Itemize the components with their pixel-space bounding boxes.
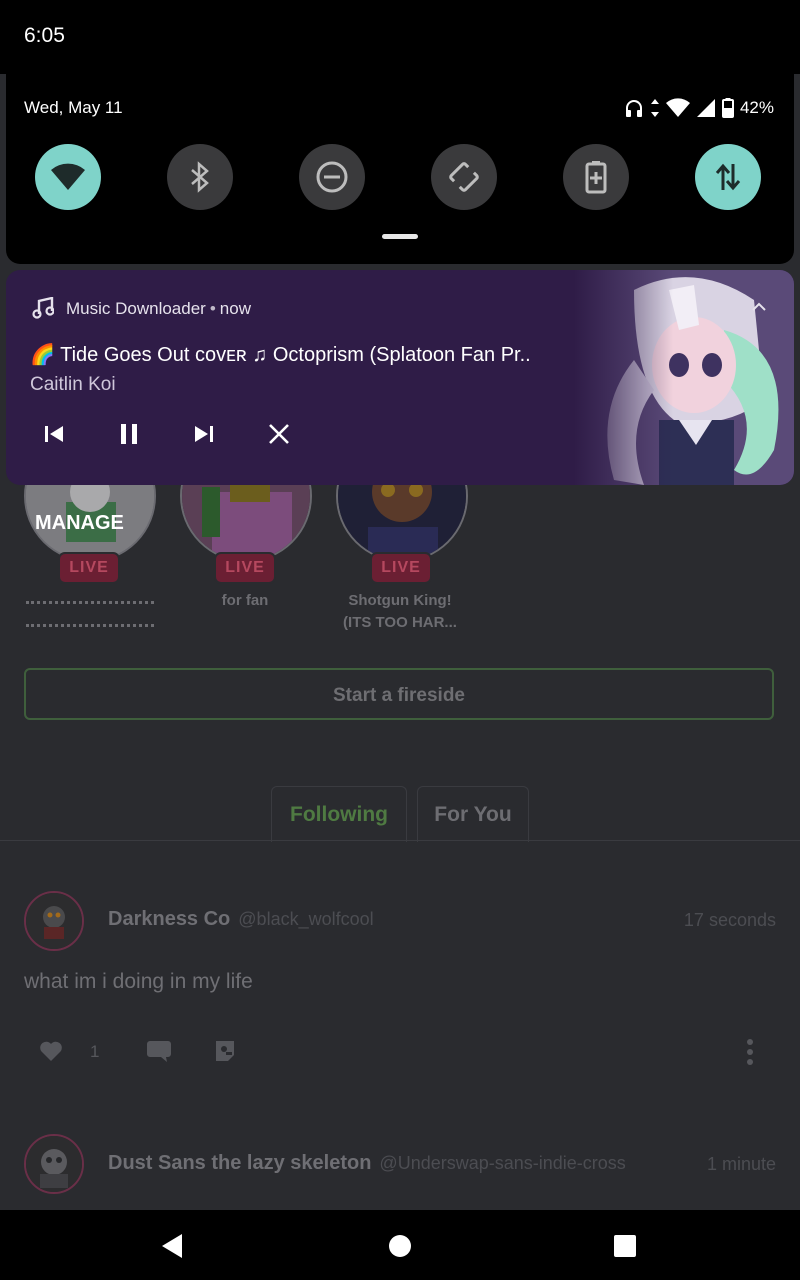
qs-tile-battery-saver[interactable] xyxy=(563,144,629,210)
like-button[interactable] xyxy=(38,1040,64,1067)
live-caption-2: for fan xyxy=(221,592,269,609)
previous-icon xyxy=(45,426,63,442)
live-caption-3-line2: (ITS TOO HAR... xyxy=(343,614,457,631)
heart-icon xyxy=(40,1041,62,1061)
recents-icon xyxy=(614,1235,636,1257)
music-note-icon xyxy=(32,297,54,319)
start-fireside-button[interactable]: Start a fireside xyxy=(24,668,774,720)
status-bar: 6:05 xyxy=(0,0,800,74)
post-1-name[interactable]: Darkness Co xyxy=(108,908,230,930)
tabs-divider xyxy=(0,840,800,841)
recents-button[interactable] xyxy=(609,1230,641,1262)
notification-time: now xyxy=(219,299,251,318)
next-icon xyxy=(195,426,213,442)
wifi-icon xyxy=(51,163,85,190)
repost-icon xyxy=(216,1041,234,1061)
post-1-time: 17 seconds xyxy=(683,910,776,930)
next-button[interactable] xyxy=(188,418,220,450)
live-badge-1: LIVE xyxy=(58,552,120,584)
close-icon xyxy=(269,424,289,444)
qs-drag-handle[interactable] xyxy=(382,234,418,239)
notification-separator: • xyxy=(209,299,216,318)
live-caption-1-line1 xyxy=(26,601,154,607)
post-2-time: 1 minute xyxy=(706,1154,776,1174)
back-icon xyxy=(162,1234,182,1258)
post-2-name[interactable]: Dust Sans the lazy skeleton xyxy=(108,1152,371,1174)
data-arrows-icon xyxy=(650,99,659,117)
home-icon xyxy=(389,1235,411,1257)
qs-tile-bluetooth[interactable] xyxy=(167,144,233,210)
tab-following[interactable]: Following xyxy=(271,786,407,842)
signal-icon xyxy=(696,99,715,117)
pause-button[interactable] xyxy=(113,418,145,450)
repost-button[interactable] xyxy=(212,1038,238,1069)
live-caption-3-line1: Shotgun King! xyxy=(348,592,452,609)
qs-tile-rotate[interactable] xyxy=(431,144,497,210)
qs-tile-wifi[interactable] xyxy=(35,144,101,210)
manage-label[interactable]: MANAGE xyxy=(35,512,124,535)
notification-header: Music Downloader • now xyxy=(66,299,251,319)
notification-title: 🌈 Tide Goes Out ᴄᴏᴠᴇʀ ♫ Octoprism (Splat… xyxy=(30,344,531,366)
collapse-chevron-icon[interactable] xyxy=(752,302,766,312)
post-1-text: what im i doing in my life xyxy=(24,970,253,993)
post-2-avatar[interactable] xyxy=(24,1134,84,1194)
qs-tile-dnd[interactable] xyxy=(299,144,365,210)
quick-settings-panel: Wed, May 11 42% xyxy=(6,74,794,264)
live-badge-3: LIVE xyxy=(370,552,432,584)
post-menu-button[interactable] xyxy=(744,1038,756,1071)
qs-tile-mobile-data[interactable] xyxy=(695,144,761,210)
post-1-avatar[interactable] xyxy=(24,891,84,951)
qs-status-icons: 42% xyxy=(624,96,774,120)
home-button[interactable] xyxy=(384,1230,416,1262)
battery-percent: 42% xyxy=(739,98,774,117)
battery-saver-icon xyxy=(585,161,607,194)
navigation-bar xyxy=(0,1210,800,1280)
previous-button[interactable] xyxy=(38,418,70,450)
post-2-author[interactable]: Dust Sans the lazy skeleton @Underswap-sa… xyxy=(108,1152,626,1175)
media-notification[interactable]: Music Downloader • now 🌈 Tide Goes Out ᴄᴏᴠ… xyxy=(6,270,794,485)
comment-icon xyxy=(147,1041,171,1062)
back-button[interactable] xyxy=(156,1230,188,1262)
post-1-author[interactable]: Darkness Co @black_wolfcool xyxy=(108,908,374,931)
wifi-status-icon xyxy=(665,98,690,117)
like-count: 1 xyxy=(90,1042,100,1061)
live-caption-1-line2 xyxy=(26,624,154,630)
comment-button[interactable] xyxy=(146,1039,172,1068)
bluetooth-icon xyxy=(191,161,209,193)
status-time: 6:05 xyxy=(24,24,65,47)
pause-icon xyxy=(121,424,137,444)
dismiss-button[interactable] xyxy=(263,418,295,450)
post-2-handle[interactable]: @Underswap-sans-indie-cross xyxy=(379,1153,625,1173)
post-1-avatar-art xyxy=(26,893,82,949)
rotate-icon xyxy=(449,162,479,192)
notification-app-name: Music Downloader xyxy=(66,299,206,318)
headphones-icon xyxy=(625,100,642,117)
qs-date[interactable]: Wed, May 11 xyxy=(24,98,123,118)
post-1-handle[interactable]: @black_wolfcool xyxy=(238,909,373,929)
mobile-data-icon xyxy=(715,163,741,191)
post-2-avatar-art xyxy=(26,1136,82,1192)
tab-for-you[interactable]: For You xyxy=(417,786,529,842)
notification-artist: Caitlin Koi xyxy=(30,374,116,395)
dnd-icon xyxy=(316,161,348,193)
live-badge-2: LIVE xyxy=(214,552,276,584)
more-vertical-icon xyxy=(747,1039,753,1065)
battery-icon xyxy=(721,98,734,118)
